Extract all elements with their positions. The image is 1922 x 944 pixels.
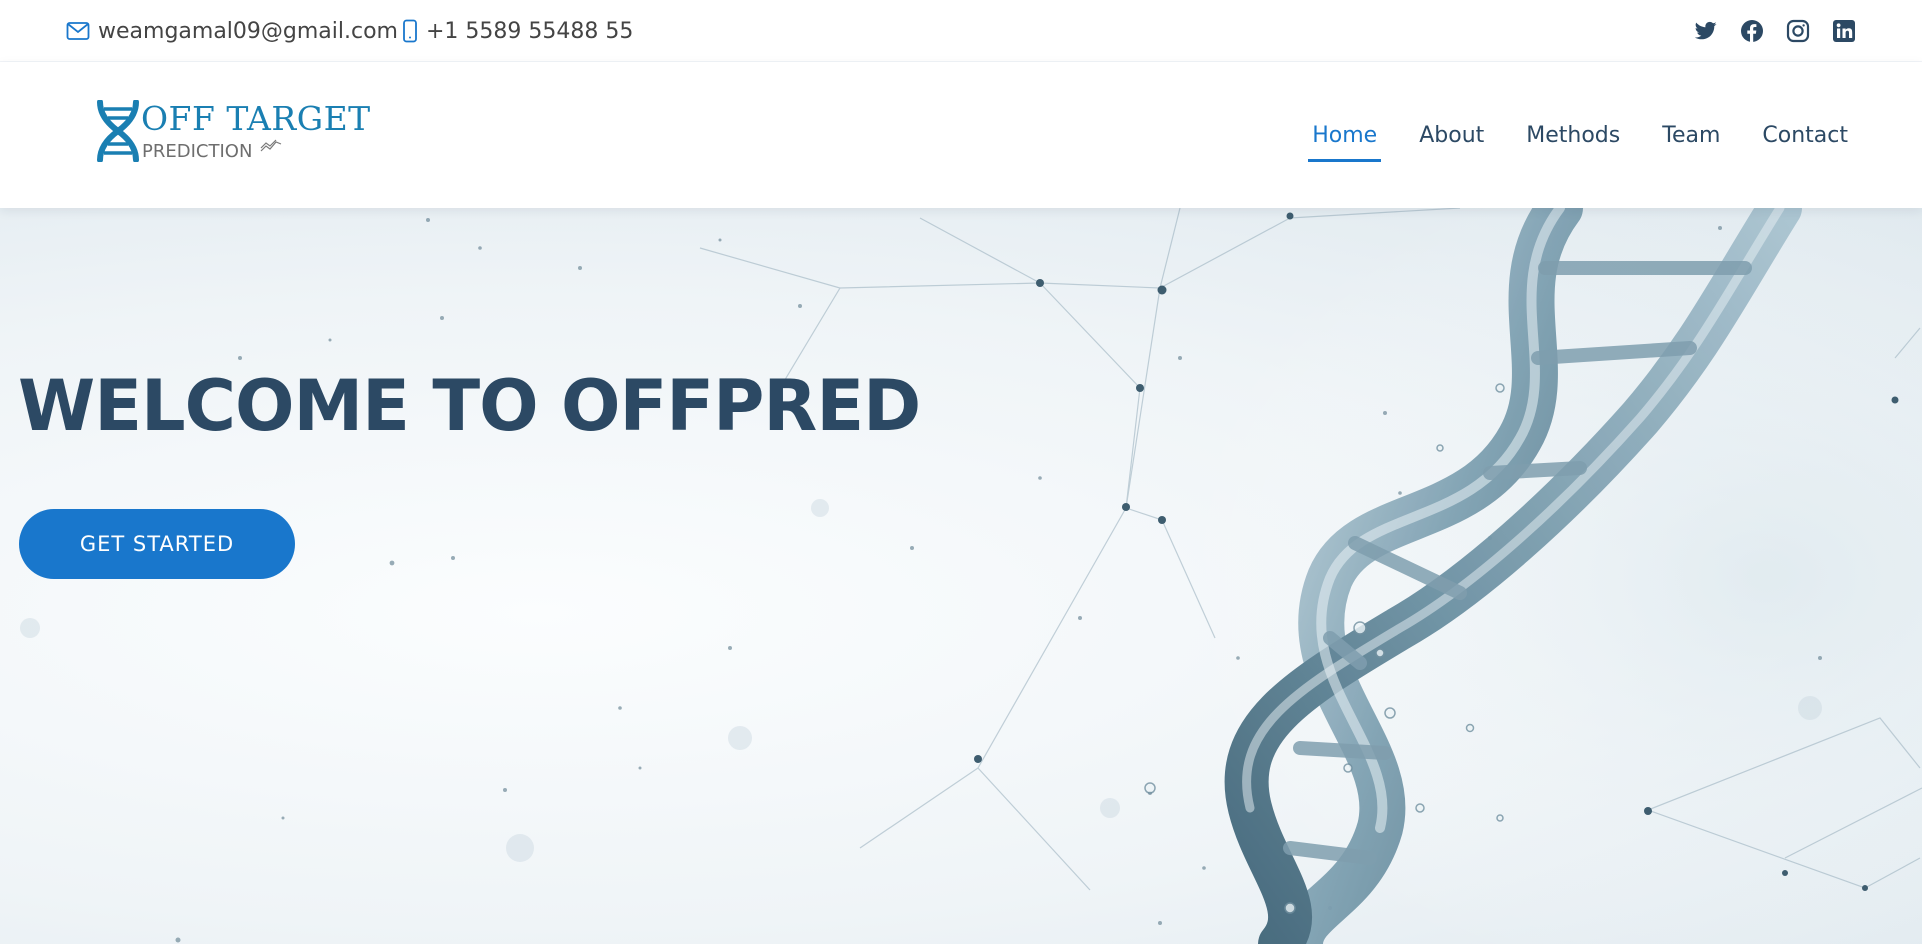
phone-icon: [402, 19, 418, 43]
phone-link[interactable]: +1 5589 55488 55: [402, 0, 633, 62]
main-nav: Home About Methods Team Contact: [1308, 62, 1850, 208]
nav-about[interactable]: About: [1417, 117, 1486, 154]
logo-title: OFF TARGET: [141, 99, 371, 138]
email-text: weamgamal09@gmail.com: [98, 18, 398, 44]
facebook-icon[interactable]: [1740, 19, 1764, 43]
email-link[interactable]: weamgamal09@gmail.com: [66, 0, 398, 62]
trend-line-icon: [260, 138, 282, 157]
top-bar: weamgamal09@gmail.com +1 5589 55488 55: [0, 0, 1922, 62]
site-logo[interactable]: OFF TARGET PREDICTION: [96, 99, 370, 170]
site-header: OFF TARGET PREDICTION Home About Methods…: [0, 62, 1922, 208]
logo-subtitle: PREDICTION: [142, 141, 253, 162]
instagram-icon[interactable]: [1786, 19, 1810, 43]
twitter-icon[interactable]: [1694, 19, 1718, 43]
social-links: [1694, 0, 1856, 62]
nav-team[interactable]: Team: [1660, 117, 1722, 154]
dna-logo-icon: [96, 99, 140, 166]
hero-title: WELCOME TO OFFPRED: [18, 365, 921, 447]
hero-section: WELCOME TO OFFPRED GET STARTED: [0, 208, 1922, 944]
get-started-button[interactable]: GET STARTED: [19, 509, 295, 579]
phone-text: +1 5589 55488 55: [426, 18, 634, 44]
dna-network-background: [20, 208, 1922, 944]
envelope-icon: [66, 21, 90, 41]
nav-contact[interactable]: Contact: [1760, 117, 1850, 154]
nav-home[interactable]: Home: [1308, 117, 1382, 162]
nav-methods[interactable]: Methods: [1524, 117, 1622, 154]
linkedin-icon[interactable]: [1832, 19, 1856, 43]
